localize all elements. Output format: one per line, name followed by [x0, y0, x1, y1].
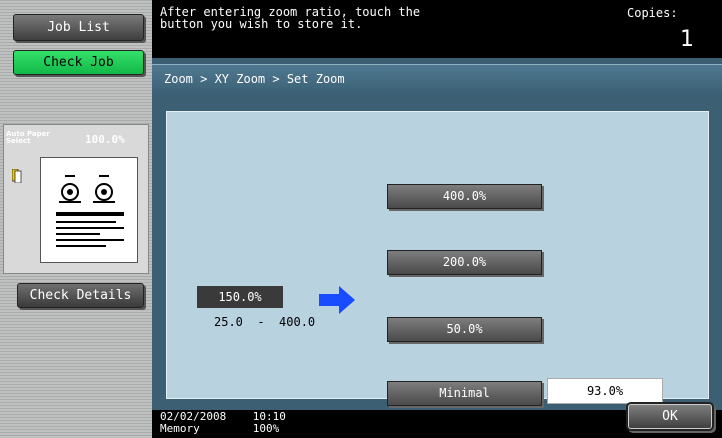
breadcrumb: Zoom > XY Zoom > Set Zoom	[164, 72, 345, 86]
memory-label: Memory	[160, 422, 200, 435]
breadcrumb-bar: Zoom > XY Zoom > Set Zoom	[152, 64, 722, 94]
preview-panel: Auto Paper Select 100.0%	[3, 124, 149, 274]
zoom-range-label: 25.0 - 400.0	[214, 315, 316, 329]
paper-select-line2: Select	[6, 137, 31, 145]
ok-button[interactable]: OK	[628, 404, 712, 429]
preview-zoom-label: 100.0%	[85, 133, 125, 146]
job-list-button[interactable]: Job List	[13, 14, 144, 41]
paper-tray-icon	[12, 169, 22, 183]
document-preview-icon	[56, 175, 124, 247]
copies-label: Copies:	[627, 6, 678, 20]
sidebar: Job List Check Job Auto Paper Select 100…	[0, 0, 152, 438]
preset-200-button[interactable]: 200.0%	[387, 250, 542, 275]
status-bar: 02/02/2008 10:10 Memory 100%	[160, 411, 286, 435]
check-job-button[interactable]: Check Job	[13, 50, 144, 75]
preset-50-button[interactable]: 50.0%	[387, 317, 542, 342]
paper-preview-thumbnail	[40, 157, 138, 263]
main-panel: Zoom > XY Zoom > Set Zoom 150.0% 25.0 - …	[152, 58, 722, 425]
zoom-settings-area: 150.0% 25.0 - 400.0 400.0% 200.0% 50.0% …	[166, 111, 709, 425]
minimal-button[interactable]: Minimal	[387, 381, 542, 406]
memory-value: 100%	[252, 422, 280, 435]
current-zoom-field[interactable]: 150.0%	[197, 286, 283, 308]
check-details-button[interactable]: Check Details	[17, 283, 144, 308]
arrow-right-icon	[319, 286, 355, 314]
paper-select-label: Auto Paper Select	[6, 131, 50, 145]
copies-count: 1	[680, 27, 694, 52]
instruction-message: After entering zoom ratio, touch the but…	[160, 5, 421, 31]
minimal-zoom-field[interactable]: 93.0%	[547, 378, 663, 404]
preset-400-button[interactable]: 400.0%	[387, 184, 542, 209]
